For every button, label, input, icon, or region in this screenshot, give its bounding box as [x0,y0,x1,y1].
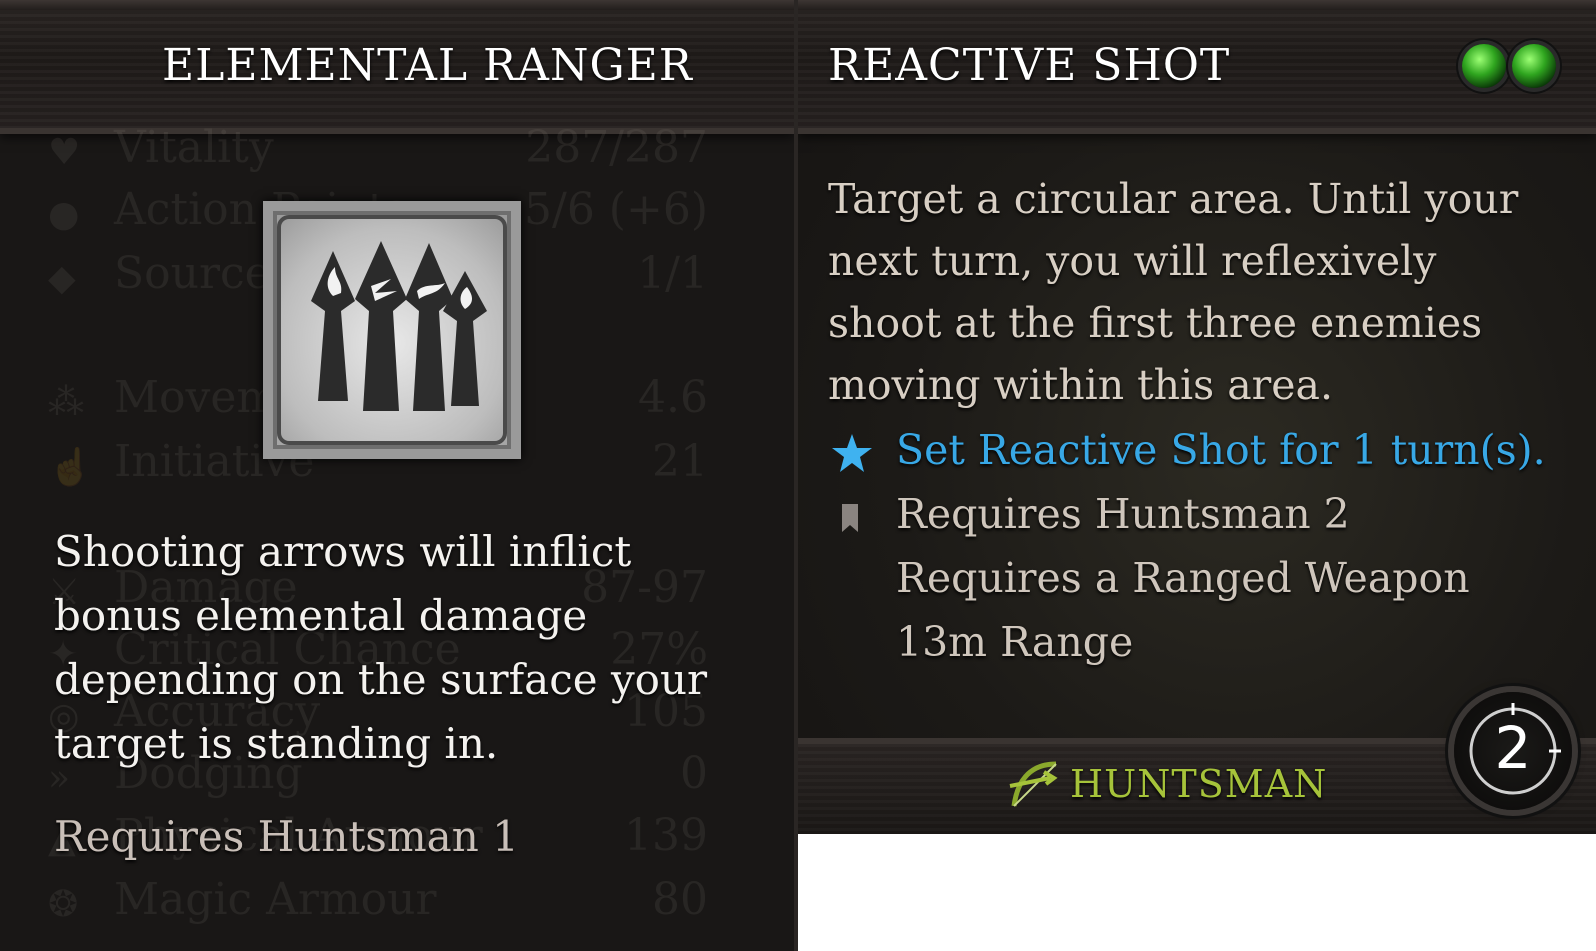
skill-school: HUNTSMAN [1070,762,1328,806]
action-point-orb-icon [1512,44,1556,88]
bow-icon [1009,761,1058,807]
action-point-cost [1462,44,1556,88]
elemental-ranger-tooltip: ELEMENTAL RANGER ♥ Vitality 287/287 ● Action… [0,0,798,951]
boot-icon: ⁂ [48,382,84,423]
stat-value: 21 [652,436,708,487]
stat-value: 80 [652,874,708,925]
action-point-orb-icon [1462,44,1506,88]
stat-row: ♥ Vitality 287/287 [48,122,708,182]
reactive-shot-tooltip: REACTIVE SHOT Target a circular area. Un… [798,0,1596,834]
stat-row: ❂ Magic Armour 80 [48,874,708,934]
cooldown-value: 2 [1494,714,1532,782]
stat-value: 287/287 [525,122,708,173]
skill-range: 13m Range [896,618,1134,666]
cooldown-indicator: 2 [1454,692,1572,810]
diamond-icon: ◆ [48,258,76,299]
circle-icon: ● [48,194,80,235]
stat-label: Vitality [114,122,274,173]
weapon-requirement: Requires a Ranged Weapon [896,554,1470,602]
ability-requirement: Requires Huntsman 2 [896,490,1350,538]
skill-title: REACTIVE SHOT [828,40,1231,91]
elemental-arrows-icon [263,201,521,459]
skill-effect: Set Reactive Shot for 1 turn(s). [896,426,1546,474]
ability-requirement-text: Requires Huntsman 2 [896,490,1350,538]
stat-value: 1/1 [637,248,708,299]
star-icon [832,434,872,472]
effect-text: Set Reactive Shot for 1 turn(s). [896,426,1546,474]
heart-icon: ♥ [48,132,81,173]
stat-value: 139 [624,810,708,861]
stat-value: 4.6 [638,372,708,423]
bookmark-icon [842,504,858,532]
hand-icon: ☝ [48,447,93,488]
skill-description: Target a circular area. Until your next … [828,175,1519,409]
skill-title: ELEMENTAL RANGER [162,40,693,91]
skill-requirement: Requires Huntsman 1 [54,812,519,861]
magic-shield-icon: ❂ [48,884,79,925]
stat-value: 5/6 (+6) [524,184,708,235]
stat-label: Magic Armour [114,874,437,925]
stat-label: Source [114,248,271,299]
skill-description: Shooting arrows will inflict bonus eleme… [54,527,708,768]
